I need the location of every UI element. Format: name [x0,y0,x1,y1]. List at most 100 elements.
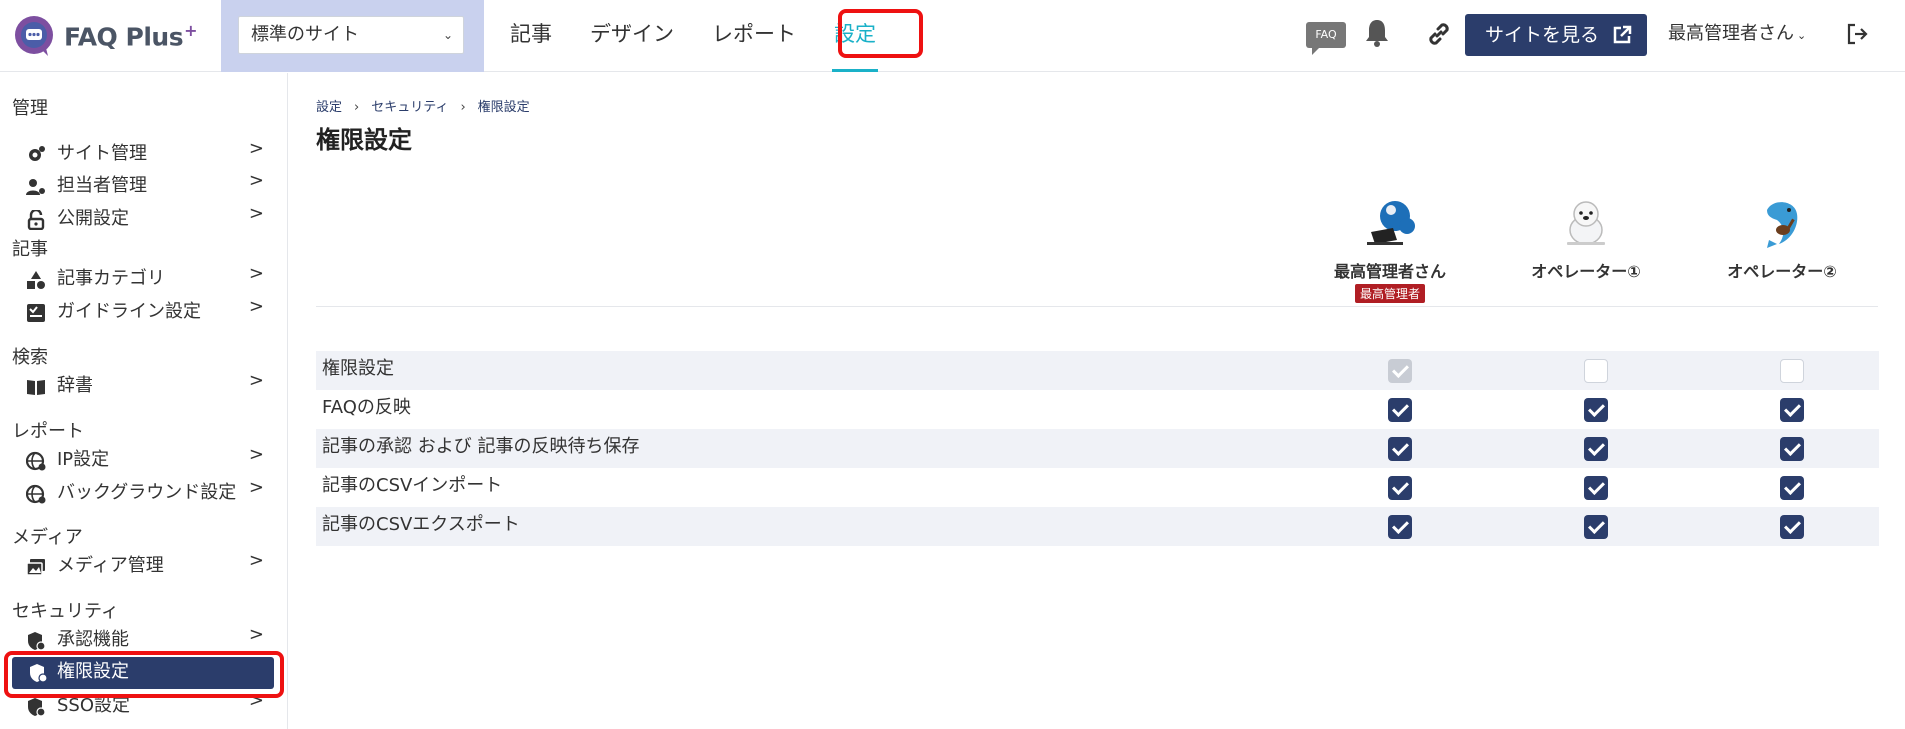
sidebar-section-management: 管理 [12,98,48,119]
user-gear-icon [26,179,45,195]
user-menu-name: 最高管理者さん [1668,23,1794,44]
gear-icon [29,146,45,161]
sidebar-item-label: メディア管理 [57,555,164,576]
permission-table: 権限設定 FAQの反映 記事の承認 および 記事の反映待ち保存 記事のCSVイン… [316,351,1879,546]
page-title: 権限設定 [316,126,412,154]
sidebar: 管理 サイト管理 > 担当者管理 > 公開設定 > 記事 記事カテゴリ > ガイ… [0,73,288,729]
chevron-right-icon: > [248,138,264,159]
permission-checkbox-operator-2[interactable] [1780,437,1804,461]
admin-avatar [1367,201,1415,245]
breadcrumb-current: 権限設定 [477,100,530,115]
header-divider [316,306,1878,307]
chevron-right-icon: > [248,477,264,498]
permission-label: 記事のCSVエクスポート [322,514,520,535]
permission-row-permission-settings: 権限設定 [316,351,1879,390]
permission-row-faq-publish: FAQの反映 [316,390,1879,429]
chevron-right-icon: > [248,263,264,284]
sidebar-section-search: 検索 [12,347,48,368]
nav-design[interactable]: デザイン [571,0,693,72]
logo-chat-icon [15,16,53,56]
permission-checkbox-admin[interactable] [1388,398,1412,422]
permission-checkbox-operator-2[interactable] [1780,476,1804,500]
permission-label: 権限設定 [322,358,394,379]
external-link-icon [1613,25,1632,44]
permission-checkbox-operator-1[interactable] [1584,398,1608,422]
bell-icon[interactable] [1364,18,1390,48]
nav-report[interactable]: レポート [693,0,815,72]
breadcrumb-settings[interactable]: 設定 [316,100,342,115]
user-menu[interactable]: 最高管理者さん ⌄ [1668,0,1806,72]
sidebar-item-ip-settings[interactable]: IP設定 > [26,444,276,475]
permission-checkbox-operator-1[interactable] [1584,359,1608,383]
sidebar-item-label: サイト管理 [57,143,147,164]
sidebar-item-label: 記事カテゴリ [57,268,165,289]
sidebar-item-media-management[interactable]: メディア管理 > [26,550,276,581]
breadcrumb-separator: › [460,100,466,115]
breadcrumb-separator: › [354,100,360,115]
view-site-button[interactable]: サイトを見る [1465,14,1647,56]
permission-checkbox-admin [1388,359,1412,383]
chevron-down-icon: ⌄ [1797,29,1807,42]
permission-label: FAQの反映 [322,397,411,418]
globe-gear-icon [26,484,46,504]
permission-checkbox-operator-1[interactable] [1584,437,1608,461]
sidebar-item-staff-management[interactable]: 担当者管理 > [26,170,276,201]
link-icon[interactable] [1425,20,1453,48]
sidebar-item-article-category[interactable]: 記事カテゴリ > [26,263,276,294]
sidebar-item-label: 辞書 [57,375,93,396]
nav-articles[interactable]: 記事 [491,0,571,72]
breadcrumb-security[interactable]: セキュリティ [371,100,448,115]
unlock-icon [27,210,45,230]
logout-icon[interactable] [1845,22,1869,46]
faq-chat-icon[interactable]: FAQ [1306,22,1346,55]
sidebar-item-label: IP設定 [57,449,110,470]
app-logo[interactable]: FAQ Plus+ [12,12,197,60]
breadcrumb: 設定 › セキュリティ › 権限設定 [316,96,530,115]
sidebar-section-media: メディア [12,527,83,548]
permission-checkbox-admin[interactable] [1388,515,1412,539]
user-column-admin: 最高管理者さん 最高管理者 [1290,196,1490,303]
permission-checkbox-admin[interactable] [1388,437,1412,461]
sidebar-item-publish-settings[interactable]: 公開設定 > [26,203,276,234]
sidebar-item-dictionary[interactable]: 辞書 > [26,370,276,401]
main-nav: 記事 デザイン レポート 設定 [491,0,895,72]
sidebar-section-security: セキュリティ [12,601,119,622]
permission-checkbox-admin[interactable] [1388,476,1412,500]
user-column-operator-2: オペレーター② [1682,196,1882,282]
user-name: オペレーター① [1531,262,1641,281]
nav-settings-highlight [838,9,923,58]
permission-checkbox-operator-1[interactable] [1584,476,1608,500]
logo-text: FAQ Plus+ [64,20,197,52]
view-site-label: サイトを見る [1485,24,1600,46]
permission-checkbox-operator-1[interactable] [1584,515,1608,539]
sidebar-item-site-management[interactable]: サイト管理 > [26,138,276,169]
sidebar-item-guideline-settings[interactable]: ガイドライン設定 > [26,296,276,327]
dolphin-avatar [1767,202,1798,248]
permission-checkbox-operator-2[interactable] [1780,398,1804,422]
permission-row-article-approval: 記事の承認 および 記事の反映待ち保存 [316,429,1879,468]
chevron-right-icon: > [248,170,264,191]
book-icon [27,380,45,395]
site-select-area: 標準のサイト ⌄ [221,0,484,72]
sidebar-item-label: 公開設定 [57,208,129,229]
shield-icon [28,698,46,717]
user-column-operator-1: オペレーター① [1486,196,1686,282]
site-select[interactable]: 標準のサイト ⌄ [238,16,464,54]
shield-icon [28,632,46,651]
sidebar-permission-highlight [4,651,284,698]
permission-checkbox-operator-2[interactable] [1780,359,1804,383]
permission-row-csv-import: 記事のCSVインポート [316,468,1879,507]
chevron-right-icon: > [248,370,264,391]
permission-row-csv-export: 記事のCSVエクスポート [316,507,1879,546]
sidebar-item-label: バックグラウンド設定 [57,482,237,503]
user-name: オペレーター② [1727,262,1837,281]
chevron-right-icon: > [248,296,264,317]
permission-checkbox-operator-2[interactable] [1780,515,1804,539]
chevron-right-icon: > [248,444,264,465]
images-icon [26,559,45,576]
chevron-right-icon: > [248,203,264,224]
chevron-right-icon: > [248,624,264,645]
sidebar-item-background-settings[interactable]: バックグラウンド設定 > [26,477,276,508]
permission-label: 記事のCSVインポート [322,475,503,496]
chevron-right-icon: > [248,550,264,571]
